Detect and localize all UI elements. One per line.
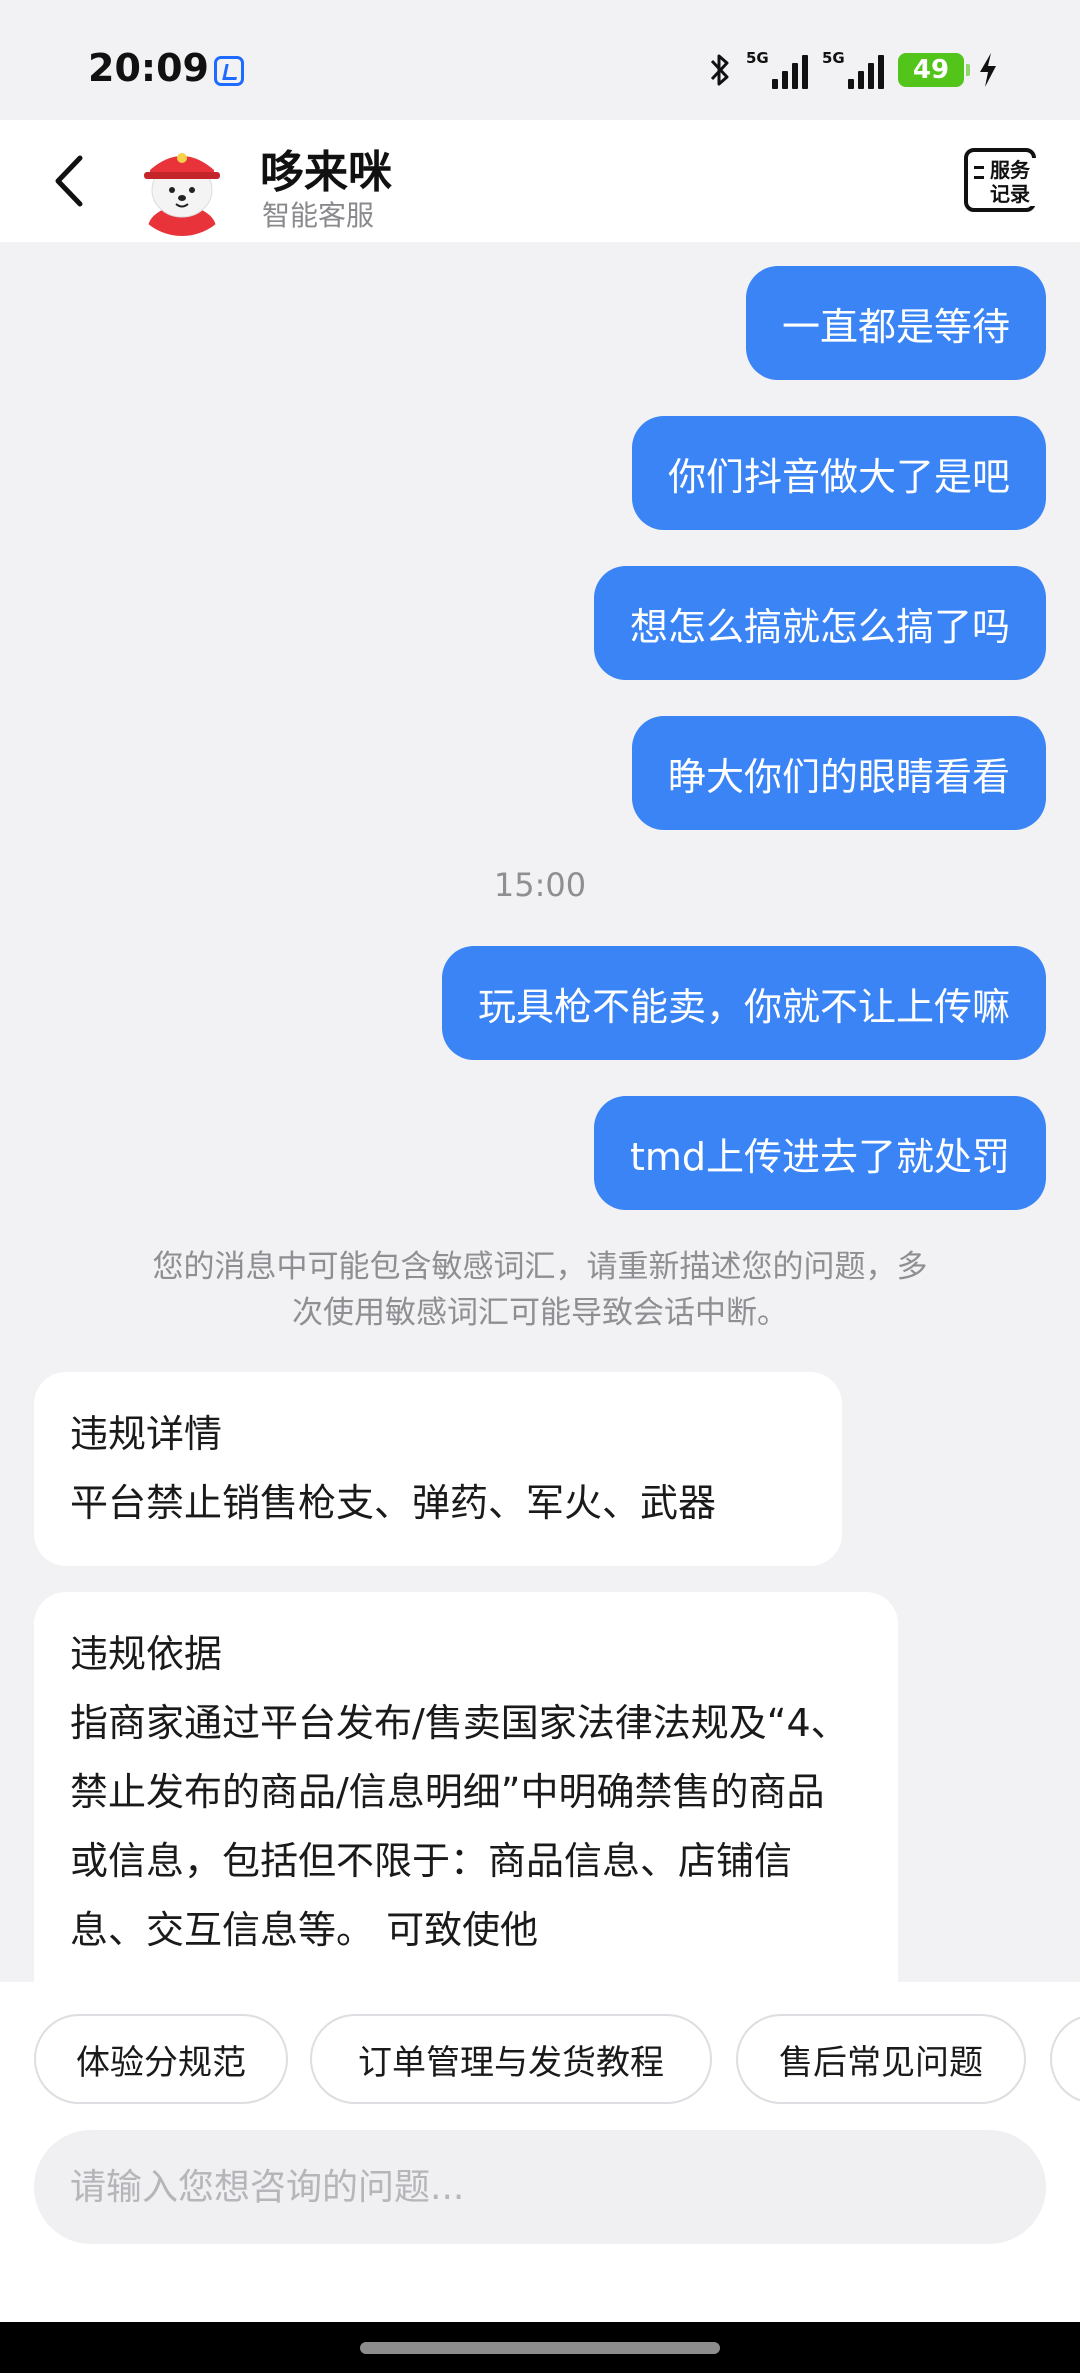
status-indicators: 5G 5G 49 [708, 48, 998, 92]
input-bar [0, 2122, 1080, 2322]
status-bar: 20:09 5G 5G 49 [0, 0, 1080, 120]
chat-title: 哆来咪 [260, 147, 392, 198]
service-record-label: 服务记录 [988, 158, 1036, 206]
user-message-bubble[interactable]: 一直都是等待 [745, 266, 1046, 380]
violation-detail-title: 违规详情 [70, 1412, 223, 1456]
mascot-avatar-icon [128, 128, 236, 236]
back-arrow-icon[interactable] [50, 154, 90, 208]
bot-message-card[interactable]: 违规依据 指商家通过平台发布/售卖国家法律法规及“4、禁止发布的商品/信息明细”… [34, 1592, 898, 1982]
bluetooth-icon [710, 54, 729, 86]
avatar[interactable] [128, 128, 236, 236]
service-record-button[interactable]: 服务记录 [964, 148, 1036, 212]
message-timestamp: 15:00 [493, 866, 587, 904]
user-message-bubble[interactable]: 想怎么搞就怎么搞了吗 [593, 566, 1046, 680]
app-notification-icon [214, 56, 244, 86]
chat-subtitle: 智能客服 [262, 199, 375, 232]
user-message-bubble[interactable]: 你们抖音做大了是吧 [631, 416, 1046, 530]
battery-icon: 49 [898, 53, 970, 87]
signal-icon: 5G [746, 49, 808, 89]
user-message-bubble[interactable]: 睁大你们的眼睛看看 [631, 716, 1046, 830]
user-message-bubble[interactable]: 玩具枪不能卖，你就不让上传嘛 [441, 946, 1046, 1060]
quick-reply-chip[interactable]: 订单管理与发货教程 [310, 2014, 712, 2104]
bot-message-card[interactable]: 违规详情 平台禁止销售枪支、弹药、军火、武器 [34, 1372, 842, 1566]
violation-detail-text: 平台禁止销售枪支、弹药、军火、武器 [70, 1481, 717, 1525]
quick-reply-bar[interactable]: 体验分规范 订单管理与发货教程 售后常见问题 [0, 1982, 1080, 2122]
status-time: 20:09 [88, 46, 209, 90]
network-type-label: 5G [746, 49, 769, 67]
quick-reply-chip-partial[interactable] [1050, 2014, 1080, 2104]
chat-header: 哆来咪 智能客服 服务记录 [0, 120, 1080, 242]
quick-reply-chip[interactable]: 体验分规范 [34, 2014, 288, 2104]
chat-screen: 20:09 5G 5G 49 哆来咪 智能客服 服务记录 一直都是等待 你们抖音… [0, 0, 1080, 2373]
message-input[interactable] [34, 2130, 1046, 2244]
sensitive-word-notice: 您的消息中可能包含敏感词汇，请重新描述您的问题，多次使用敏感词汇可能导致会话中断… [152, 1249, 928, 1331]
violation-basis-title: 违规依据 [70, 1632, 223, 1676]
violation-basis-text: 指商家通过平台发布/售卖国家法律法规及“4、禁止发布的商品/信息明细”中明确禁售… [70, 1701, 849, 1952]
quick-reply-chip[interactable]: 售后常见问题 [736, 2014, 1026, 2104]
user-message-bubble[interactable]: tmd上传进去了就处罚 [593, 1096, 1046, 1210]
charging-icon [980, 53, 996, 87]
message-list[interactable]: 一直都是等待 你们抖音做大了是吧 想怎么搞就怎么搞了吗 睁大你们的眼睛看看 15… [0, 242, 1080, 1982]
home-indicator[interactable] [360, 2342, 720, 2354]
system-navigation-bar [0, 2322, 1080, 2373]
battery-level: 49 [912, 55, 950, 85]
network-type-label-2: 5G [822, 49, 845, 67]
signal-icon-2: 5G [822, 49, 884, 89]
